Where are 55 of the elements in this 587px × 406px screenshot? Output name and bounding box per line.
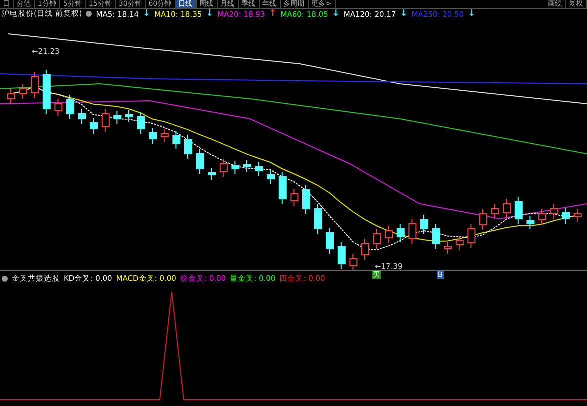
trend-arrow: ↓ xyxy=(206,9,214,19)
candlestick xyxy=(244,160,252,172)
candlestick xyxy=(54,98,63,116)
trend-arrow: ↓ xyxy=(332,9,340,19)
candlestick xyxy=(562,208,570,224)
candlestick xyxy=(491,204,500,220)
candlestick xyxy=(338,242,346,270)
candlestick xyxy=(456,236,464,250)
candlestick xyxy=(90,118,98,134)
candlestick xyxy=(220,158,228,178)
candlestick xyxy=(396,224,405,242)
candlestick xyxy=(126,110,134,122)
candlestick xyxy=(468,224,476,248)
candlestick xyxy=(172,130,181,150)
candlestick xyxy=(278,172,287,204)
candlestick xyxy=(362,238,370,260)
candlestick xyxy=(8,88,16,104)
candlestick xyxy=(432,224,440,250)
candlestick xyxy=(114,110,122,124)
candlestick xyxy=(514,196,523,224)
candlestick xyxy=(526,216,535,230)
candlestick xyxy=(350,254,358,270)
candlestick xyxy=(503,198,512,218)
candlestick xyxy=(302,184,310,214)
candlestick xyxy=(408,218,417,244)
candlestick xyxy=(102,108,110,132)
candlestick xyxy=(19,84,28,100)
candlestick xyxy=(326,228,334,254)
candlestick xyxy=(42,70,51,114)
candlestick xyxy=(196,148,204,174)
trend-arrow: ↓ xyxy=(468,9,476,19)
candlestick xyxy=(149,128,158,144)
candlestick xyxy=(420,214,428,234)
candlestick xyxy=(232,160,240,174)
candlestick xyxy=(31,72,40,98)
trend-arrow: ↓ xyxy=(400,9,408,19)
trend-arrow: ↓ xyxy=(143,9,151,19)
candlestick xyxy=(255,162,264,176)
candlestick xyxy=(385,226,394,244)
candlestick xyxy=(314,204,322,234)
candlestick xyxy=(66,94,74,120)
candlestick xyxy=(444,242,452,254)
candlestick xyxy=(208,168,216,180)
candlestick xyxy=(160,128,169,142)
candlestick xyxy=(184,134,192,160)
candlestick xyxy=(137,112,146,134)
candlestick xyxy=(480,208,488,230)
candlestick xyxy=(267,170,276,184)
candlestick xyxy=(78,108,86,124)
candlestick xyxy=(373,228,382,250)
candlestick xyxy=(290,188,299,206)
candlestick xyxy=(538,208,546,226)
candlestick xyxy=(550,204,558,220)
candlestick xyxy=(574,208,582,222)
trend-arrow: ↑ xyxy=(269,9,277,19)
